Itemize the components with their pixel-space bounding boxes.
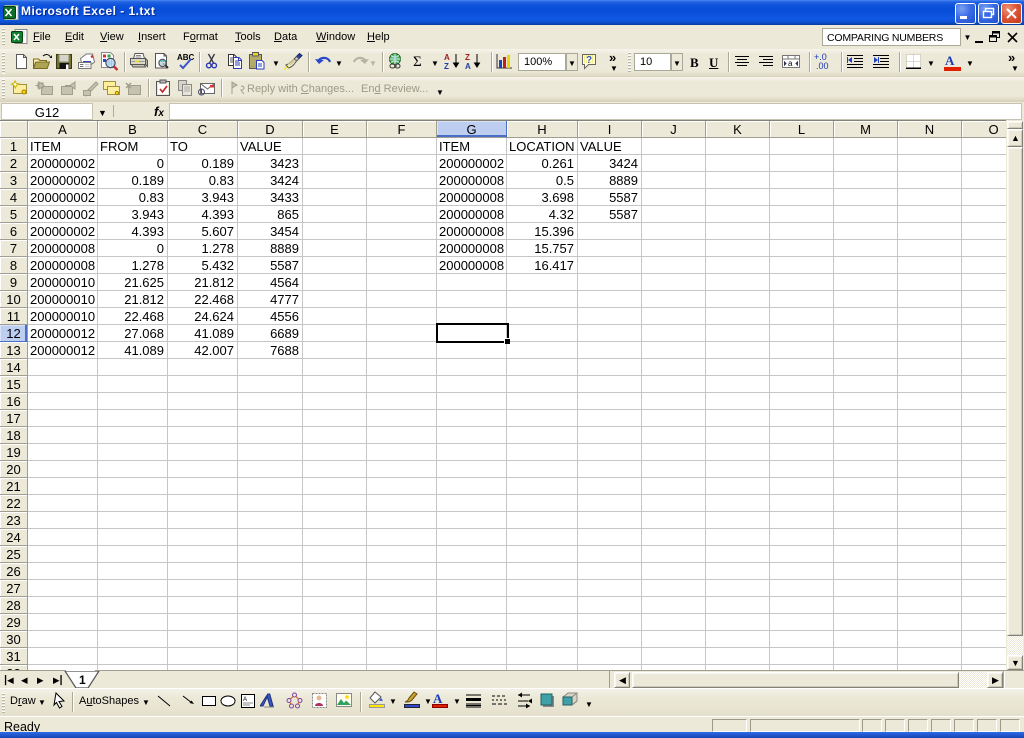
svg-text:a: a xyxy=(788,59,793,68)
svg-text:?: ? xyxy=(586,55,592,66)
svg-text:.00: .00 xyxy=(816,61,829,70)
svg-text:A: A xyxy=(465,62,471,70)
svg-text:Σ: Σ xyxy=(413,54,422,69)
svg-text:Z: Z xyxy=(465,53,470,62)
svg-text:Z: Z xyxy=(444,62,449,70)
svg-text:A: A xyxy=(243,697,247,703)
svg-text:ABC: ABC xyxy=(177,53,195,62)
svg-text:A: A xyxy=(444,53,450,62)
svg-text:1: 1 xyxy=(79,673,86,687)
